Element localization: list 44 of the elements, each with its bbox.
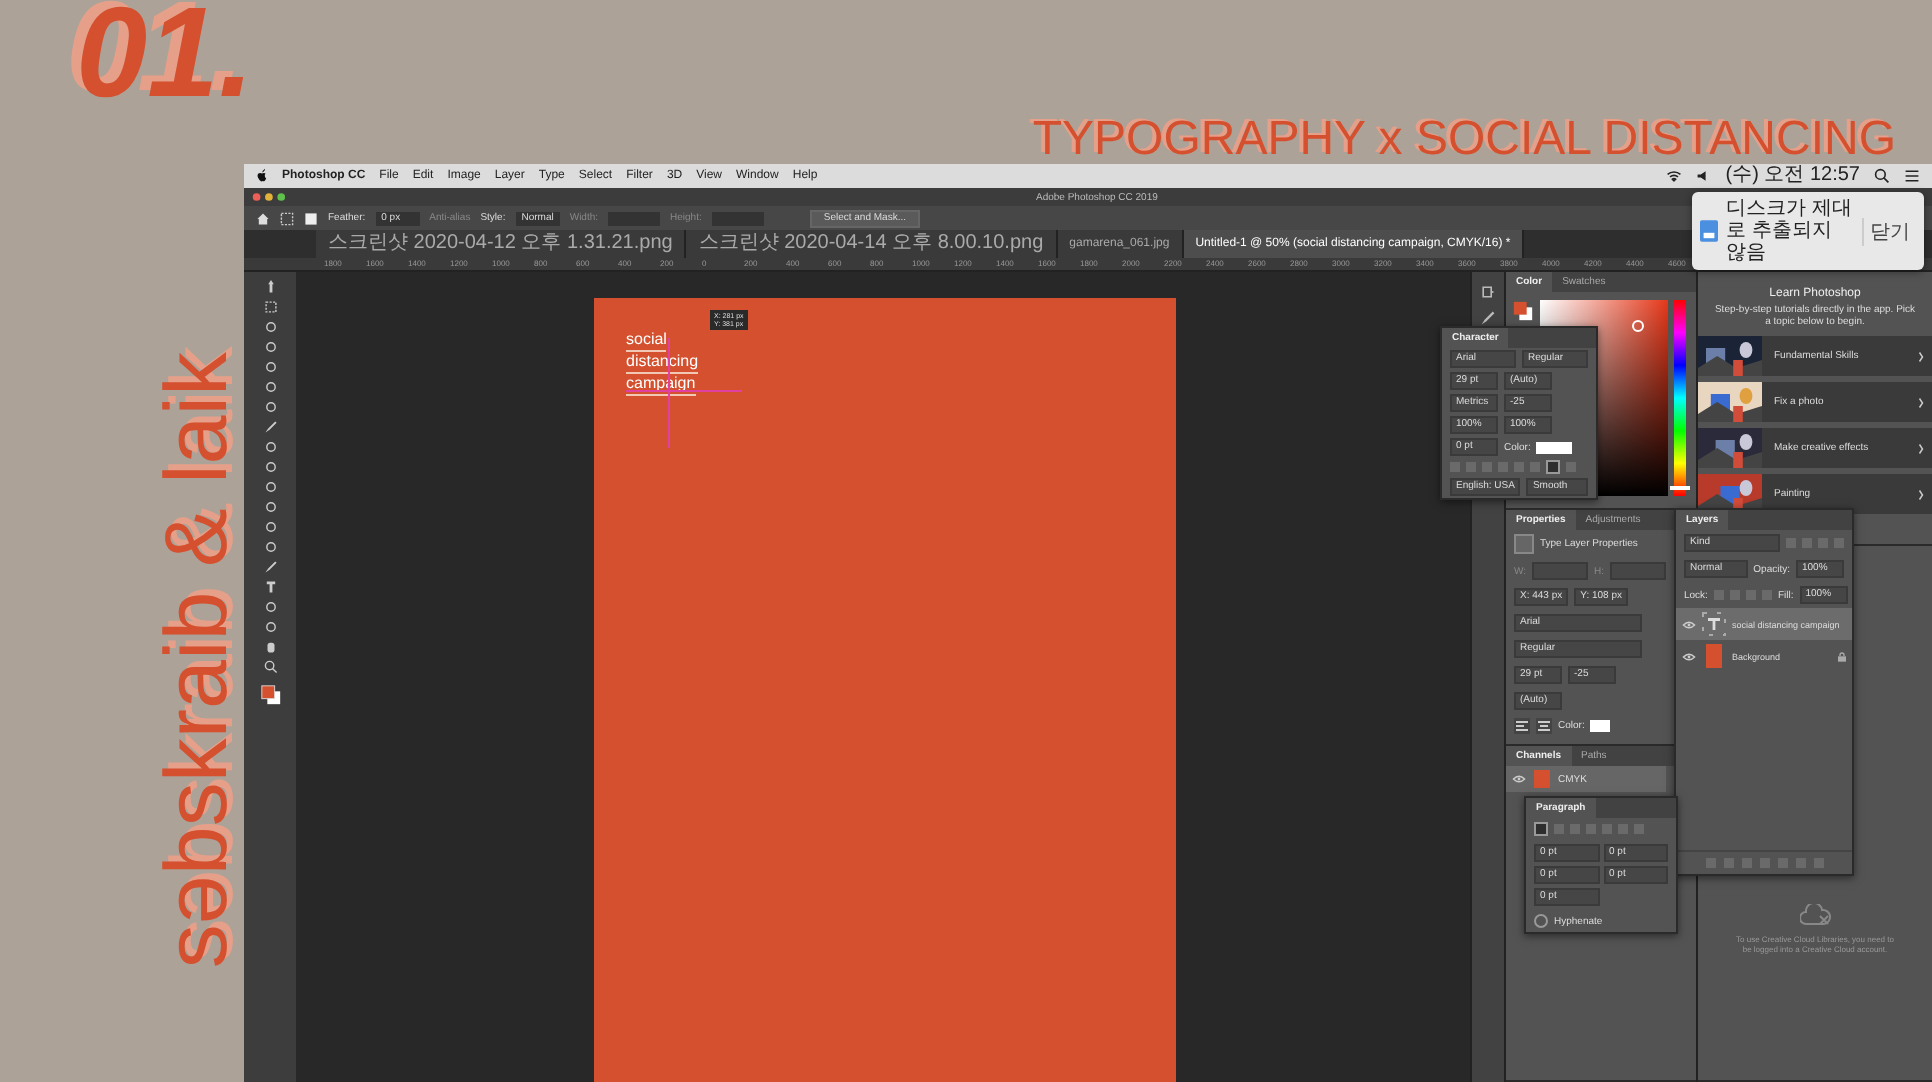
chevron-icon [1918, 489, 1924, 499]
hyphenate-checkbox[interactable] [1534, 914, 1548, 928]
notification-title: 디스크가 제대로 추출되지 않음 [1726, 198, 1854, 264]
color-swatch[interactable] [1590, 720, 1611, 732]
hue-slider-thumb[interactable] [1670, 486, 1690, 491]
foreground-background-swatches[interactable] [259, 684, 281, 706]
tool-icon[interactable] [263, 560, 277, 574]
slide-number: 01. [76, 0, 254, 116]
document-tab[interactable]: 스크린샷 2020-04-12 오후 1.31.21.png [316, 230, 687, 258]
history-icon[interactable] [1480, 284, 1496, 300]
wifi-icon[interactable] [1665, 168, 1682, 184]
width-field[interactable] [1532, 562, 1589, 580]
tool-icon[interactable] [263, 660, 277, 674]
color-swatches[interactable] [1512, 300, 1534, 322]
color-swatch[interactable] [1536, 441, 1573, 453]
home-icon[interactable] [256, 211, 270, 225]
hue-slider[interactable] [1674, 300, 1686, 496]
search-icon[interactable] [1874, 168, 1890, 184]
text-line: social [626, 330, 667, 352]
cloud-icon [1799, 904, 1831, 928]
align-left-icon[interactable] [1514, 718, 1530, 734]
align-center-icon[interactable] [1536, 718, 1552, 734]
close-button[interactable]: 닫기 [1862, 217, 1916, 245]
volume-icon[interactable] [1695, 168, 1712, 184]
chevron-icon [1918, 351, 1924, 361]
clock[interactable]: (수) 오전 12:57 [1725, 164, 1860, 188]
height-field[interactable] [1610, 562, 1667, 580]
eye-icon[interactable] [1682, 651, 1696, 661]
chevron-icon [1918, 443, 1924, 453]
tool-icon[interactable] [263, 420, 277, 434]
chevron-icon [1918, 397, 1924, 407]
apple-icon[interactable] [256, 168, 268, 184]
document-tab[interactable]: 스크린샷 2020-04-14 오후 8.00.10.png [686, 230, 1058, 258]
selection-mode-icon[interactable] [304, 211, 318, 225]
marquee-icon[interactable] [280, 211, 294, 225]
eye-icon[interactable] [1512, 774, 1526, 784]
side-caption: səbskraib & laik [154, 351, 243, 969]
brush-icon[interactable] [1480, 310, 1496, 326]
list-icon[interactable] [1904, 168, 1920, 184]
channel-thumbnail [1534, 770, 1550, 788]
eye-icon[interactable] [1682, 619, 1696, 629]
lock-icon [1838, 651, 1846, 661]
layer-thumbnail [1702, 644, 1726, 668]
slide-title: TYPOGRAPHY x SOCIAL DISTANCING [1032, 116, 1896, 164]
